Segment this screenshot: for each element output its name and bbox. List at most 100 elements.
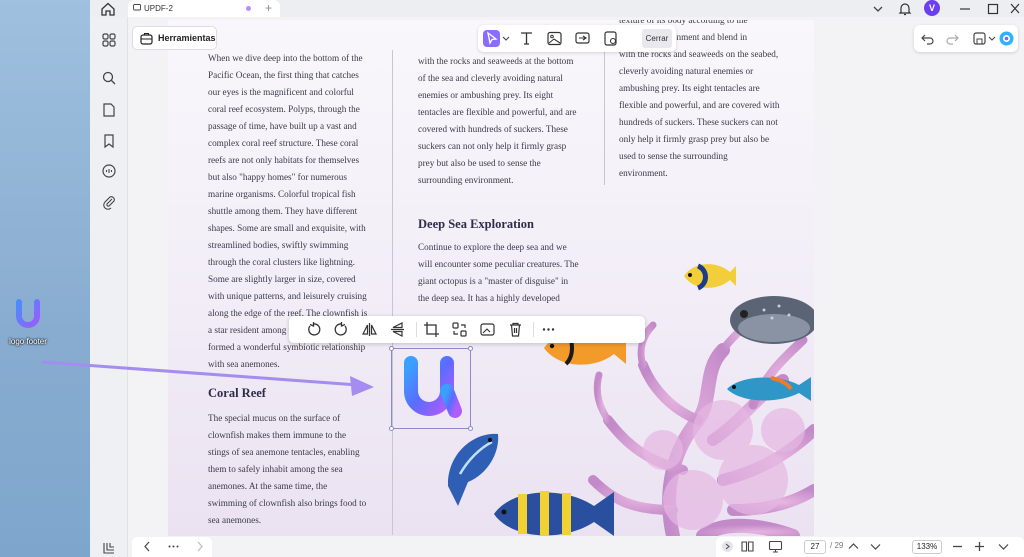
- text-line: will encounter some peculiar creatures. …: [418, 259, 579, 269]
- text-line: enemies or ambushing prey. Its eight: [418, 90, 554, 100]
- text-line: The special mucus on the surface of: [208, 413, 341, 423]
- coral-reef-heading: Coral Reef: [208, 386, 266, 400]
- text-line: prey but also be used to sense the: [418, 158, 541, 168]
- text-line: anemones. At the same time, the: [208, 481, 328, 491]
- striped-fish-illustration: [494, 491, 614, 536]
- edit-toolbar: Cerrar: [478, 25, 676, 52]
- text-line: flexible and powerful, and are covered w…: [619, 100, 780, 110]
- text-line: giant octopus is a "master of disguise" …: [418, 276, 569, 286]
- undo-icon[interactable]: [919, 30, 936, 47]
- image-tool-icon[interactable]: [546, 30, 563, 47]
- zoom-in-icon[interactable]: [972, 539, 987, 554]
- search-icon[interactable]: [101, 70, 117, 86]
- trash-icon[interactable]: [507, 321, 524, 338]
- layers-icon[interactable]: [101, 540, 117, 556]
- text-line: surrounding environment.: [418, 175, 514, 185]
- column-2: with the rocks and seaweeds at the botto…: [418, 53, 598, 189]
- column-divider: [604, 50, 605, 185]
- text-line: used to sense the surrounding: [619, 151, 728, 161]
- chevron-down-icon[interactable]: [872, 1, 884, 17]
- column-divider: [392, 50, 393, 535]
- flip-vertical-icon[interactable]: [389, 321, 406, 338]
- text-line: swimming of clownfish also brings food t…: [208, 498, 367, 508]
- close-edit-button[interactable]: Cerrar: [642, 29, 672, 48]
- text-line: cleverly avoiding natural enemies or: [619, 66, 754, 76]
- toolbar-separator: [416, 322, 417, 337]
- ai-assistant-icon[interactable]: [998, 30, 1015, 47]
- rotate-right-icon[interactable]: [333, 321, 350, 338]
- resize-handle[interactable]: [389, 426, 394, 431]
- rotate-left-icon[interactable]: [305, 321, 322, 338]
- text-line: with sea anemones.: [208, 359, 280, 369]
- text-line: sea anemones.: [208, 515, 262, 525]
- deep-sea-heading: Deep Sea Exploration: [418, 217, 534, 231]
- chevron-right-icon[interactable]: [192, 539, 207, 554]
- replace-image-icon[interactable]: [479, 321, 496, 338]
- text-line: with unique patterns, and leisurely crui…: [208, 291, 367, 301]
- text-line: stings of sea anemone tentacles, enablin…: [208, 447, 360, 457]
- zoom-level[interactable]: 133%: [912, 540, 942, 554]
- bookmark-icon[interactable]: [101, 133, 117, 149]
- user-avatar[interactable]: V: [924, 0, 940, 16]
- text-line: hundreds of suckers. These suckers can n…: [619, 117, 778, 127]
- updf-logo-icon: [16, 299, 40, 328]
- blue-fish-illustration: [727, 376, 811, 401]
- minimize-icon[interactable]: [958, 1, 972, 17]
- page-number-input[interactable]: 27: [804, 540, 826, 554]
- text-line: ambushing prey. Its eight tentacles are: [619, 83, 760, 93]
- text-line: environment.: [619, 168, 668, 178]
- text-line: clownfish makes them immune to the: [208, 430, 347, 440]
- text-line: suckers can not only help it firmly gras…: [418, 141, 567, 151]
- attachment-icon[interactable]: [101, 194, 117, 210]
- chevron-down-icon[interactable]: [501, 30, 511, 47]
- document-tab[interactable]: UPDF-2: [128, 0, 280, 17]
- watermark-tool-icon[interactable]: [602, 30, 619, 47]
- text-line: our eyes is the magnificent and colorful: [208, 87, 354, 97]
- text-line: covered with hundreds of suckers. These: [418, 124, 568, 134]
- updf-window: UPDF-2 + V When we dive deep into the bo…: [90, 0, 1024, 557]
- resize-handle[interactable]: [468, 426, 473, 431]
- tropical-fish-illustration: [684, 263, 736, 291]
- close-icon[interactable]: [1008, 1, 1022, 17]
- text-tool-icon[interactable]: [518, 30, 535, 47]
- save-icon[interactable]: [971, 30, 988, 47]
- presentation-icon[interactable]: [768, 539, 783, 554]
- new-tab-button[interactable]: +: [265, 1, 272, 15]
- right-toolbar: [914, 25, 1018, 52]
- chevron-down-icon[interactable]: [996, 539, 1011, 554]
- thumbnails-icon[interactable]: [101, 32, 117, 48]
- zoom-out-icon[interactable]: [950, 539, 965, 554]
- maximize-icon[interactable]: [986, 1, 1000, 17]
- text-line: shuttle among them. They have different: [208, 206, 358, 216]
- resize-handle[interactable]: [389, 346, 394, 351]
- chevron-down-icon[interactable]: [868, 539, 883, 554]
- chevron-up-icon[interactable]: [846, 539, 861, 554]
- text-line: but also "happy homes" for numerous: [208, 172, 347, 182]
- text-line: coral reef ecosystem. Polyps, through th…: [208, 104, 360, 114]
- redo-icon[interactable]: [944, 30, 961, 47]
- status-bar: 27 / 29 133%: [716, 537, 1024, 557]
- home-icon[interactable]: [100, 1, 116, 17]
- tools-button[interactable]: Herramientas: [132, 26, 217, 50]
- chevron-left-icon[interactable]: [140, 539, 155, 554]
- extract-icon[interactable]: [451, 321, 468, 338]
- column-2b: Continue to explore the deep sea and we …: [418, 239, 598, 307]
- reading-mode-icon[interactable]: [740, 539, 755, 554]
- image-selection-box[interactable]: [389, 346, 473, 431]
- tab-title: UPDF-2: [144, 4, 173, 13]
- resize-handle[interactable]: [468, 346, 473, 351]
- desktop-icon-logo-footer[interactable]: logo footer: [2, 296, 54, 346]
- more-options-icon[interactable]: [540, 321, 557, 338]
- comments-icon[interactable]: [101, 163, 117, 179]
- crop-icon[interactable]: [423, 321, 440, 338]
- bell-icon[interactable]: [898, 1, 912, 17]
- collapse-icon[interactable]: [720, 539, 735, 554]
- text-line: passage of time, have built up a vast an…: [208, 121, 357, 131]
- page-nav-left: [132, 537, 212, 557]
- pages-icon[interactable]: [101, 102, 117, 118]
- flip-horizontal-icon[interactable]: [361, 321, 378, 338]
- more-options-icon[interactable]: [166, 539, 181, 554]
- chevron-down-icon[interactable]: [988, 30, 996, 47]
- link-tool-icon[interactable]: [574, 30, 591, 47]
- select-cursor-icon[interactable]: [483, 30, 500, 47]
